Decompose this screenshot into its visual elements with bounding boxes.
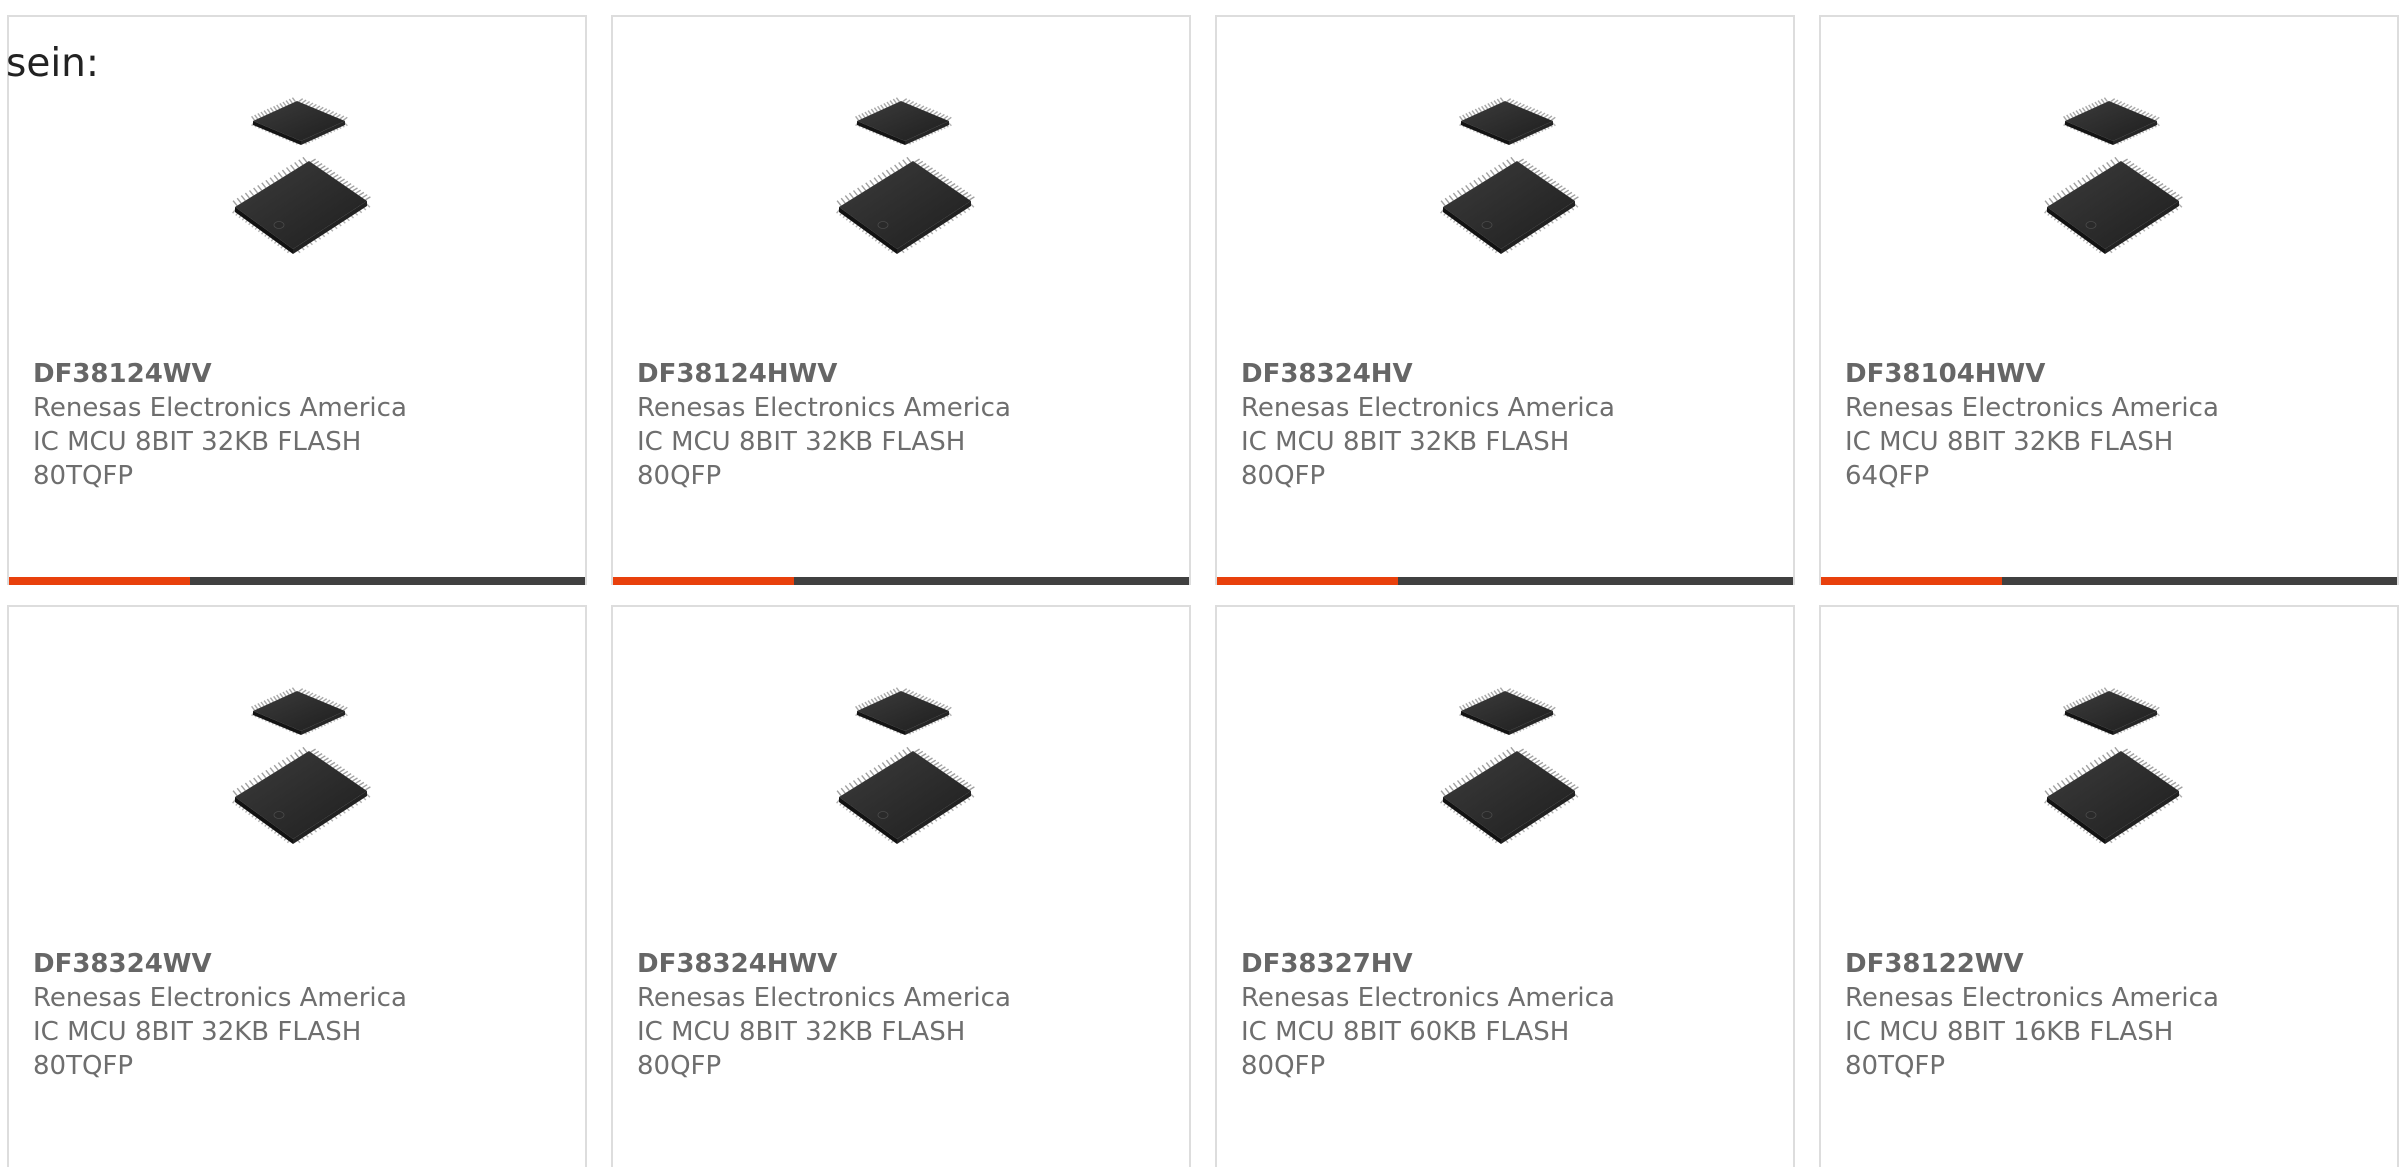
manufacturer-name: Renesas Electronics America	[1241, 393, 1615, 423]
product-grid: DF38124WV Renesas Electronics America IC…	[7, 15, 2399, 1167]
card-accent-bar	[1821, 577, 2003, 585]
ic-chip-qfp-icon	[1405, 89, 1605, 275]
manufacturer-name: Renesas Electronics America	[33, 393, 407, 423]
product-card[interactable]: DF38327HV Renesas Electronics America IC…	[1215, 605, 1795, 1167]
card-bottom-bar	[9, 577, 585, 585]
product-description: IC MCU 8BIT 32KB FLASH 64QFP	[1845, 427, 2174, 491]
ic-chip-qfp-icon	[2009, 679, 2209, 865]
manufacturer-name: Renesas Electronics America	[637, 393, 1011, 423]
manufacturer-name: Renesas Electronics America	[1845, 393, 2219, 423]
manufacturer-name: Renesas Electronics America	[637, 983, 1011, 1013]
card-accent-bar	[9, 577, 191, 585]
ic-chip-qfp-icon	[197, 679, 397, 865]
product-description: IC MCU 8BIT 32KB FLASH 80QFP	[637, 427, 966, 491]
product-card[interactable]: DF38324WV Renesas Electronics America IC…	[7, 605, 587, 1167]
ic-chip-qfp-icon	[2009, 89, 2209, 275]
part-number: DF38324HV	[1241, 359, 1413, 389]
product-info: DF38104HWV Renesas Electronics America I…	[1845, 357, 2265, 493]
ic-chip-qfp-icon	[197, 89, 397, 275]
part-number: DF38327HV	[1241, 949, 1413, 979]
card-bottom-bar	[1821, 577, 2397, 585]
product-description: IC MCU 8BIT 32KB FLASH 80QFP	[1241, 427, 1570, 491]
product-description: IC MCU 8BIT 60KB FLASH 80QFP	[1241, 1017, 1570, 1081]
part-number: DF38124HWV	[637, 359, 838, 389]
card-accent-bar	[1217, 577, 1399, 585]
manufacturer-name: Renesas Electronics America	[1845, 983, 2219, 1013]
product-page: sein: DF38124WV Renesas Electronics Amer…	[0, 0, 2400, 1167]
ic-chip-qfp-icon	[1405, 679, 1605, 865]
product-card[interactable]: DF38122WV Renesas Electronics America IC…	[1819, 605, 2399, 1167]
product-card[interactable]: DF38124HWV Renesas Electronics America I…	[611, 15, 1191, 585]
part-number: DF38104HWV	[1845, 359, 2046, 389]
product-card[interactable]: DF38324HV Renesas Electronics America IC…	[1215, 15, 1795, 585]
product-info: DF38324HWV Renesas Electronics America I…	[637, 947, 1057, 1083]
product-info: DF38124HWV Renesas Electronics America I…	[637, 357, 1057, 493]
part-number: DF38124WV	[33, 359, 212, 389]
intro-text: sein:	[6, 41, 100, 86]
product-info: DF38122WV Renesas Electronics America IC…	[1845, 947, 2265, 1083]
card-bottom-bar	[1217, 577, 1793, 585]
manufacturer-name: Renesas Electronics America	[1241, 983, 1615, 1013]
card-accent-bar	[613, 577, 795, 585]
product-description: IC MCU 8BIT 32KB FLASH 80QFP	[637, 1017, 966, 1081]
product-info: DF38324WV Renesas Electronics America IC…	[33, 947, 453, 1083]
product-description: IC MCU 8BIT 32KB FLASH 80TQFP	[33, 1017, 362, 1081]
product-card[interactable]: DF38124WV Renesas Electronics America IC…	[7, 15, 587, 585]
product-info: DF38324HV Renesas Electronics America IC…	[1241, 357, 1661, 493]
ic-chip-qfp-icon	[801, 89, 1001, 275]
part-number: DF38324WV	[33, 949, 212, 979]
card-bottom-bar	[613, 577, 1189, 585]
ic-chip-qfp-icon	[801, 679, 1001, 865]
product-description: IC MCU 8BIT 32KB FLASH 80TQFP	[33, 427, 362, 491]
product-description: IC MCU 8BIT 16KB FLASH 80TQFP	[1845, 1017, 2174, 1081]
product-info: DF38124WV Renesas Electronics America IC…	[33, 357, 453, 493]
part-number: DF38324HWV	[637, 949, 838, 979]
part-number: DF38122WV	[1845, 949, 2024, 979]
manufacturer-name: Renesas Electronics America	[33, 983, 407, 1013]
product-card[interactable]: DF38104HWV Renesas Electronics America I…	[1819, 15, 2399, 585]
product-card[interactable]: DF38324HWV Renesas Electronics America I…	[611, 605, 1191, 1167]
product-info: DF38327HV Renesas Electronics America IC…	[1241, 947, 1661, 1083]
